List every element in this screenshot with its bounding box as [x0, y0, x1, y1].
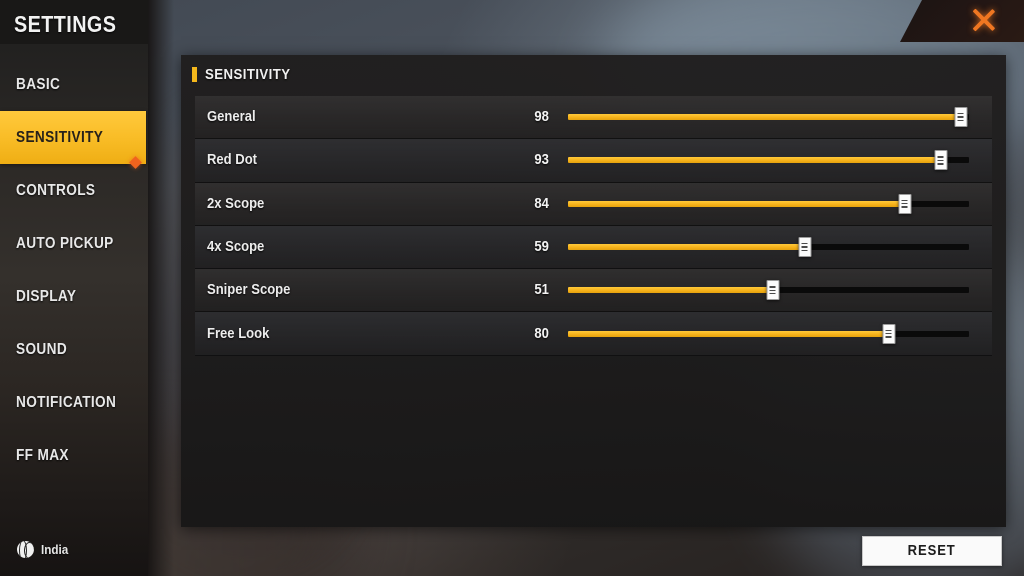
slider-handle[interactable]	[766, 280, 779, 301]
slider-fill	[568, 244, 805, 251]
sensitivity-slider[interactable]	[568, 323, 969, 344]
sidebar-item-label: SOUND	[16, 340, 68, 358]
sidebar-item-label: BASIC	[16, 75, 61, 93]
close-banner[interactable]	[900, 0, 1024, 42]
sensitivity-row-value: 84	[534, 195, 549, 212]
panel-header: SENSITIVITY	[181, 55, 1006, 94]
sidebar-item-basic[interactable]: BASIC	[0, 58, 148, 111]
sensitivity-row-label: 2x Scope	[207, 195, 265, 212]
slider-fill	[568, 114, 961, 121]
sidebar-item-auto-pickup[interactable]: AUTO PICKUP	[0, 217, 148, 270]
close-icon[interactable]	[968, 5, 998, 35]
sidebar: SETTINGS BASIC SENSITIVITY CONTROLS AUTO PI…	[0, 0, 148, 576]
sensitivity-row[interactable]: Sniper Scope 51	[195, 269, 992, 313]
sensitivity-row-value: 51	[534, 282, 549, 299]
sensitivity-slider[interactable]	[568, 193, 969, 214]
slider-fill	[568, 157, 941, 164]
slider-fill	[568, 200, 905, 207]
sidebar-edge-fade	[148, 0, 174, 576]
sensitivity-row-value: 98	[534, 109, 549, 126]
slider-handle[interactable]	[934, 150, 948, 171]
sensitivity-row-label: Sniper Scope	[207, 282, 291, 299]
region-selector[interactable]: India	[17, 541, 71, 558]
globe-icon	[17, 541, 34, 558]
panel-title: SENSITIVITY	[205, 66, 291, 83]
sensitivity-rows: General 98 Red Dot 93 2x Scope 84 4x Scope 59 Sn…	[195, 96, 992, 356]
reset-button[interactable]: RESET	[862, 536, 1002, 566]
sidebar-item-sound[interactable]: SOUND	[0, 323, 148, 376]
sensitivity-slider[interactable]	[568, 280, 969, 301]
sidebar-item-label: FF MAX	[16, 446, 69, 464]
sensitivity-row[interactable]: Free Look 80	[195, 312, 992, 356]
page-title: SETTINGS	[14, 11, 117, 37]
sidebar-item-label: CONTROLS	[16, 181, 96, 199]
sensitivity-slider[interactable]	[568, 150, 969, 171]
sensitivity-row-label: General	[207, 109, 256, 126]
reset-button-label: RESET	[907, 543, 957, 559]
sidebar-item-label: AUTO PICKUP	[16, 234, 114, 252]
sensitivity-panel: SENSITIVITY General 98 Red Dot 93 2x Scope 84…	[181, 55, 1006, 527]
sidebar-item-ff-max[interactable]: FF MAX	[0, 429, 148, 482]
game-settings-screen: SETTINGS BASIC SENSITIVITY CONTROLS AUTO PI…	[0, 0, 1024, 576]
slider-handle[interactable]	[882, 323, 896, 344]
slider-fill	[568, 287, 773, 294]
sidebar-item-controls[interactable]: CONTROLS	[0, 156, 148, 217]
sidebar-nav: BASIC SENSITIVITY CONTROLS AUTO PICKUP DISPL…	[0, 58, 148, 482]
sensitivity-slider[interactable]	[568, 237, 969, 258]
sensitivity-slider[interactable]	[568, 107, 969, 128]
sidebar-item-label: NOTIFICATION	[16, 393, 117, 411]
sensitivity-row[interactable]: 4x Scope 59	[195, 225, 992, 270]
sensitivity-row-value: 80	[534, 325, 549, 342]
slider-fill	[568, 330, 889, 337]
sensitivity-row[interactable]: Red Dot 93	[195, 139, 992, 183]
slider-handle[interactable]	[954, 107, 968, 128]
region-label: India	[41, 542, 69, 557]
sensitivity-row[interactable]: General 98	[195, 96, 992, 140]
sidebar-item-label: DISPLAY	[16, 287, 77, 305]
sensitivity-row-label: 4x Scope	[207, 239, 265, 256]
sensitivity-row-label: Free Look	[207, 325, 270, 342]
header-accent-tick	[192, 67, 197, 82]
sensitivity-row[interactable]: 2x Scope 84	[195, 182, 992, 226]
slider-handle[interactable]	[898, 193, 912, 214]
sidebar-item-display[interactable]: DISPLAY	[0, 270, 148, 323]
sensitivity-row-value: 59	[534, 239, 549, 256]
sidebar-item-label: SENSITIVITY	[16, 128, 104, 146]
sidebar-item-sensitivity[interactable]: SENSITIVITY	[0, 111, 146, 164]
sensitivity-row-value: 93	[534, 152, 549, 169]
sensitivity-row-label: Red Dot	[207, 152, 258, 169]
slider-handle[interactable]	[798, 237, 812, 258]
sidebar-item-notification[interactable]: NOTIFICATION	[0, 376, 148, 429]
